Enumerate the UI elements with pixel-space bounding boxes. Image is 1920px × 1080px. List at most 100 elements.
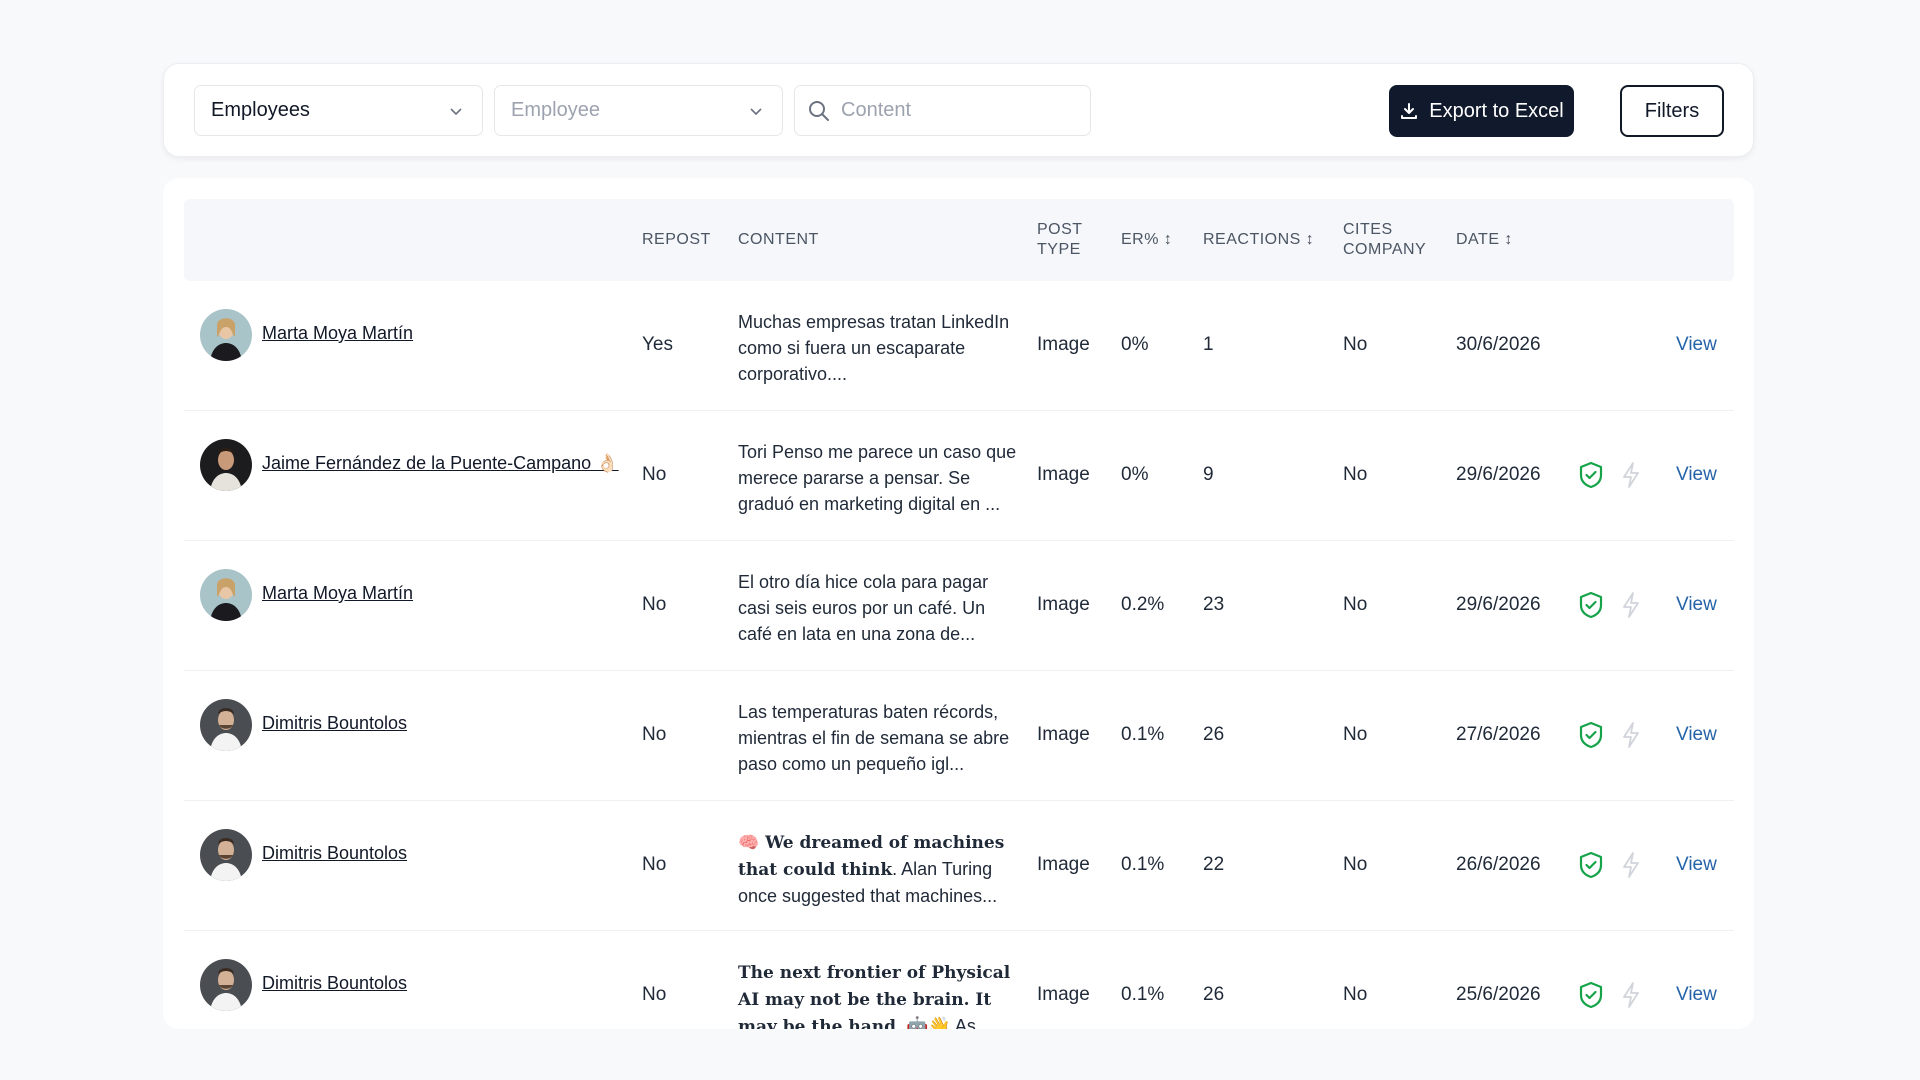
shield-check-icon[interactable]	[1578, 981, 1604, 1009]
table-header: REPOST CONTENT POST TYPE ER% ↕ REACTIONS…	[184, 199, 1734, 281]
employee-name-link[interactable]: Dimitris Bountolos	[262, 843, 407, 864]
header-post-type-line2: TYPE	[1037, 241, 1081, 258]
date-value: 30/6/2026	[1456, 334, 1541, 355]
post-type-value: Image	[1037, 984, 1090, 1005]
content-preview: 🧠 We dreamed of machines that could thin…	[738, 829, 1018, 909]
date-value: 29/6/2026	[1456, 594, 1541, 615]
chevron-down-icon	[450, 108, 462, 116]
reactions-value: 26	[1203, 984, 1225, 1005]
er-value: 0.2%	[1121, 594, 1165, 615]
shield-check-icon[interactable]	[1578, 721, 1604, 749]
cites-company-value: No	[1343, 594, 1368, 615]
header-post-type[interactable]: POST TYPE	[1037, 220, 1083, 260]
repost-value: Yes	[642, 334, 673, 355]
reactions-value: 22	[1203, 854, 1225, 875]
employee-name-link[interactable]: Marta Moya Martín	[262, 323, 413, 344]
content-preview: Las temperaturas baten récords, mientras…	[738, 702, 1010, 774]
header-repost[interactable]: REPOST	[642, 230, 711, 250]
view-link[interactable]: View	[1676, 464, 1717, 486]
reactions-value: 23	[1203, 594, 1225, 615]
repost-value: No	[642, 594, 667, 615]
repost-value: No	[642, 724, 667, 745]
table-row: Dimitris Bountolos No Las temperaturas b…	[184, 671, 1734, 801]
er-value: 0%	[1121, 334, 1149, 355]
view-link[interactable]: View	[1676, 334, 1717, 356]
avatar	[200, 569, 252, 621]
cites-company-value: No	[1343, 464, 1368, 485]
content-preview: Tori Penso me parece un caso que merece …	[738, 442, 1017, 514]
cites-company-value: No	[1343, 724, 1368, 745]
bolt-icon[interactable]	[1620, 981, 1642, 1009]
post-type-value: Image	[1037, 724, 1090, 745]
avatar	[200, 309, 252, 361]
header-reactions-sort[interactable]: REACTIONS ↕	[1203, 230, 1314, 250]
table-row: Marta Moya Martín Yes Muchas empresas tr…	[184, 281, 1734, 411]
table-row: Jaime Fernández de la Puente-Campano 👌🏻 …	[184, 411, 1734, 541]
header-content[interactable]: CONTENT	[738, 230, 819, 250]
content-search-input[interactable]	[841, 99, 1071, 122]
view-link[interactable]: View	[1676, 854, 1717, 876]
date-value: 25/6/2026	[1456, 984, 1541, 1005]
employees-select-value: Employees	[211, 99, 310, 121]
date-value: 29/6/2026	[1456, 464, 1541, 485]
bolt-icon[interactable]	[1620, 851, 1642, 879]
table-row: Dimitris Bountolos No The next frontier …	[184, 931, 1734, 1029]
repost-value: No	[642, 854, 667, 875]
search-icon	[809, 100, 829, 121]
shield-check-icon[interactable]	[1578, 591, 1604, 619]
post-type-value: Image	[1037, 464, 1090, 485]
header-er-sort[interactable]: ER% ↕	[1121, 230, 1172, 250]
post-type-value: Image	[1037, 334, 1090, 355]
employee-name-link[interactable]: Jaime Fernández de la Puente-Campano 👌🏻	[262, 453, 619, 474]
employee-select-placeholder: Employee	[511, 99, 600, 121]
reactions-value: 26	[1203, 724, 1225, 745]
repost-value: No	[642, 984, 667, 1005]
date-value: 26/6/2026	[1456, 854, 1541, 875]
chevron-down-icon	[750, 108, 762, 116]
cites-company-value: No	[1343, 854, 1368, 875]
employee-name-link[interactable]: Dimitris Bountolos	[262, 973, 407, 994]
reactions-value: 1	[1203, 334, 1214, 355]
avatar	[200, 959, 252, 1011]
employee-name-link[interactable]: Dimitris Bountolos	[262, 713, 407, 734]
content-search	[794, 85, 1091, 136]
view-link[interactable]: View	[1676, 984, 1717, 1006]
reactions-value: 9	[1203, 464, 1214, 485]
table-row: Dimitris Bountolos No 🧠 We dreamed of ma…	[184, 801, 1734, 931]
export-to-excel-button[interactable]: Export to Excel	[1389, 85, 1574, 137]
download-icon	[1401, 103, 1418, 119]
cites-company-value: No	[1343, 334, 1368, 355]
er-value: 0.1%	[1121, 724, 1165, 745]
view-link[interactable]: View	[1676, 594, 1717, 616]
filter-toolbar: Employees Employee Export to Excel Filte…	[163, 63, 1754, 157]
employees-select[interactable]: Employees	[194, 85, 483, 136]
er-value: 0.1%	[1121, 854, 1165, 875]
shield-check-icon[interactable]	[1578, 851, 1604, 879]
header-cites-line1: CITES	[1343, 221, 1393, 238]
er-value: 0.1%	[1121, 984, 1165, 1005]
header-cites-company[interactable]: CITES COMPANY	[1343, 220, 1426, 260]
shield-check-icon[interactable]	[1578, 461, 1604, 489]
content-preview: The next frontier of Physical AI may not…	[738, 959, 1018, 1029]
bolt-icon[interactable]	[1620, 721, 1642, 749]
filters-button[interactable]: Filters	[1620, 85, 1724, 137]
view-link[interactable]: View	[1676, 724, 1717, 746]
avatar	[200, 439, 252, 491]
header-date-sort[interactable]: DATE ↕	[1456, 230, 1513, 250]
export-label: Export to Excel	[1429, 99, 1564, 122]
content-preview: Muchas empresas tratan LinkedIn como si …	[738, 312, 1010, 384]
table-row: Marta Moya Martín No El otro día hice co…	[184, 541, 1734, 671]
bolt-icon[interactable]	[1620, 591, 1642, 619]
cites-company-value: No	[1343, 984, 1368, 1005]
post-type-value: Image	[1037, 594, 1090, 615]
header-post-type-line1: POST	[1037, 221, 1083, 238]
avatar	[200, 699, 252, 751]
header-cites-line2: COMPANY	[1343, 241, 1427, 258]
bolt-icon[interactable]	[1620, 461, 1642, 489]
date-value: 27/6/2026	[1456, 724, 1541, 745]
employee-select[interactable]: Employee	[494, 85, 783, 136]
content-preview: El otro día hice cola para pagar casi se…	[738, 572, 989, 644]
employee-name-link[interactable]: Marta Moya Martín	[262, 583, 413, 604]
post-type-value: Image	[1037, 854, 1090, 875]
posts-table: REPOST CONTENT POST TYPE ER% ↕ REACTIONS…	[163, 178, 1754, 1029]
